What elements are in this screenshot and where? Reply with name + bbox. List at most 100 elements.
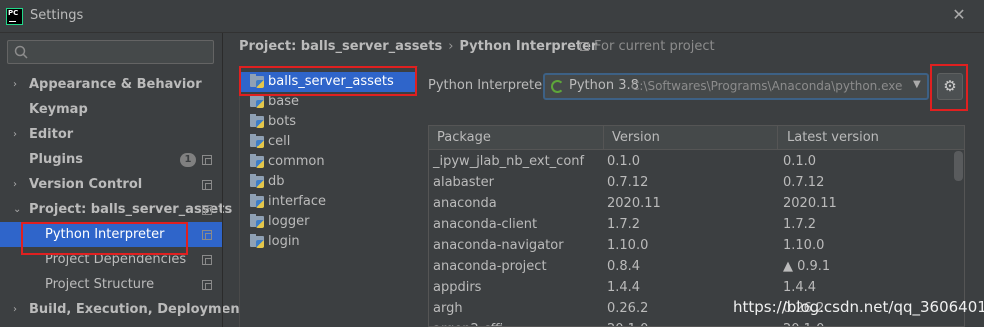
package-version: 1.10.0 [607, 238, 649, 253]
breadcrumb-separator: › [448, 39, 454, 54]
project-scope-icon [202, 255, 212, 265]
sidebar-item-label: Build, Execution, Deployment [29, 302, 246, 317]
sidebar-item-appearance[interactable]: › Appearance & Behavior [0, 72, 222, 97]
annotation-box-python-interpreter [21, 222, 188, 255]
list-item[interactable]: bots [241, 112, 415, 132]
package-name: argon2-cffi [433, 319, 503, 326]
table-row[interactable]: anaconda-navigator 1.10.0 1.10.0 [429, 235, 953, 256]
interpreter-select[interactable]: Python 3.8 C:\Softwares\Programs\Anacond… [543, 73, 929, 100]
for-current-project-hint: For current project [580, 39, 715, 54]
package-name: anaconda-project [433, 259, 547, 274]
project-name: logger [268, 214, 310, 229]
table-row[interactable]: _ipyw_jlab_nb_ext_conf 0.1.0 0.1.0 [429, 151, 953, 172]
project-name: cell [268, 134, 291, 149]
column-header-package[interactable]: Package [437, 130, 491, 145]
project-name: db [268, 174, 285, 189]
column-header-latest[interactable]: Latest version [787, 130, 879, 145]
table-row[interactable]: appdirs 1.4.4 1.4.4 [429, 277, 953, 298]
annotation-box-project [239, 66, 417, 96]
python-folder-icon [250, 214, 264, 228]
package-name: anaconda-client [433, 217, 538, 232]
list-item[interactable]: login [241, 232, 415, 252]
sidebar-item-editor[interactable]: › Editor [0, 122, 222, 147]
sidebar-item-label: Project Structure [45, 277, 155, 292]
list-item[interactable]: db [241, 172, 415, 192]
column-header-version[interactable]: Version [612, 130, 660, 145]
project-scope-icon [202, 230, 212, 240]
plugins-update-badge: 1 [180, 153, 196, 167]
package-version: 2020.11 [607, 196, 661, 211]
column-divider[interactable] [603, 126, 604, 150]
project-name: bots [268, 114, 297, 129]
list-item[interactable]: common [241, 152, 415, 172]
settings-sidebar: › Appearance & Behavior Keymap › Editor … [0, 33, 246, 327]
for-current-project-label: For current project [594, 39, 715, 54]
dropdown-arrow-icon: ▼ [913, 79, 921, 90]
interpreter-path: C:\Softwares\Programs\Anaconda\python.ex… [631, 79, 903, 93]
package-latest-version: 0.1.0 [783, 154, 817, 169]
package-version: 1.7.2 [607, 217, 641, 232]
sidebar-item-build[interactable]: › Build, Execution, Deployment [0, 297, 246, 322]
column-divider[interactable] [777, 126, 778, 150]
python-folder-icon [250, 114, 264, 128]
sidebar-item-keymap[interactable]: Keymap [0, 97, 222, 122]
table-row[interactable]: anaconda-client 1.7.2 1.7.2 [429, 214, 953, 235]
breadcrumb-project: Project: balls_server_assets [239, 39, 443, 54]
sidebar-divider [222, 33, 223, 327]
chevron-right-icon: › [13, 129, 17, 140]
watermark-url: https://blog.csdn.net/qq_36064018 [733, 298, 984, 316]
pycharm-logo-icon: PC [6, 8, 23, 25]
breadcrumb: Project: balls_server_assets › Python Inte… [239, 39, 597, 54]
package-name: argh [433, 301, 463, 316]
list-item[interactable]: logger [241, 212, 415, 232]
sidebar-item-project[interactable]: ⌄ Project: balls_server_assets [0, 197, 232, 222]
search-input[interactable] [7, 40, 214, 64]
sidebar-item-project-structure[interactable]: Project Structure [0, 272, 222, 297]
package-version: 0.8.4 [607, 259, 641, 274]
package-name: anaconda [433, 196, 497, 211]
window-title: Settings [30, 8, 84, 23]
interpreter-name: Python 3.8 [569, 78, 639, 93]
package-latest-version: 2020.11 [783, 196, 837, 211]
project-name: common [268, 154, 325, 169]
python-folder-icon [250, 234, 264, 248]
sidebar-item-version-control[interactable]: › Version Control [0, 172, 222, 197]
interpreter-label: Python Interpreter: [428, 78, 552, 93]
table-row[interactable]: anaconda 2020.11 2020.11 [429, 193, 953, 214]
table-row[interactable]: argon2-cffi 20.1.0 20.1.0 [429, 319, 953, 326]
sidebar-item-plugins[interactable]: Plugins 1 [0, 147, 222, 172]
breadcrumb-page: Python Interpreter [459, 39, 598, 54]
loading-spinner-icon [551, 80, 564, 93]
close-icon[interactable]: ✕ [950, 5, 968, 25]
table-row[interactable]: alabaster 0.7.12 0.7.12 [429, 172, 953, 193]
python-folder-icon [250, 194, 264, 208]
list-item[interactable]: cell [241, 132, 415, 152]
python-folder-icon [250, 94, 264, 108]
project-scope-icon [202, 280, 212, 290]
project-scope-icon [202, 205, 212, 215]
chevron-right-icon: › [13, 79, 17, 90]
sidebar-item-label: Version Control [29, 177, 143, 192]
package-name: _ipyw_jlab_nb_ext_conf [433, 154, 585, 169]
package-name: anaconda-navigator [433, 238, 564, 253]
package-latest-version: 20.1.0 [783, 319, 824, 326]
title-bar: PC Settings ✕ [0, 0, 984, 33]
sidebar-item-label: Appearance & Behavior [29, 77, 202, 92]
table-row[interactable]: anaconda-project 0.8.4 ▲ 0.9.1 [429, 256, 953, 277]
python-folder-icon [250, 174, 264, 188]
sidebar-item-label: Editor [29, 127, 74, 142]
package-latest-version: ▲ 0.9.1 [783, 259, 831, 274]
package-version: 0.1.0 [607, 154, 641, 169]
project-list: balls_server_assets base bots cell commo… [239, 66, 418, 327]
python-folder-icon [250, 154, 264, 168]
package-latest-version: 1.4.4 [783, 280, 817, 295]
list-item[interactable]: interface [241, 192, 415, 212]
package-latest-version: 1.10.0 [783, 238, 825, 253]
project-name: login [268, 234, 300, 249]
search-icon [14, 45, 28, 59]
chevron-right-icon: › [13, 179, 17, 190]
sidebar-item-label: Plugins [29, 152, 83, 167]
table-scrollbar[interactable] [954, 151, 963, 181]
app-icon-text: PC [8, 9, 19, 17]
package-version: 0.26.2 [607, 301, 649, 316]
